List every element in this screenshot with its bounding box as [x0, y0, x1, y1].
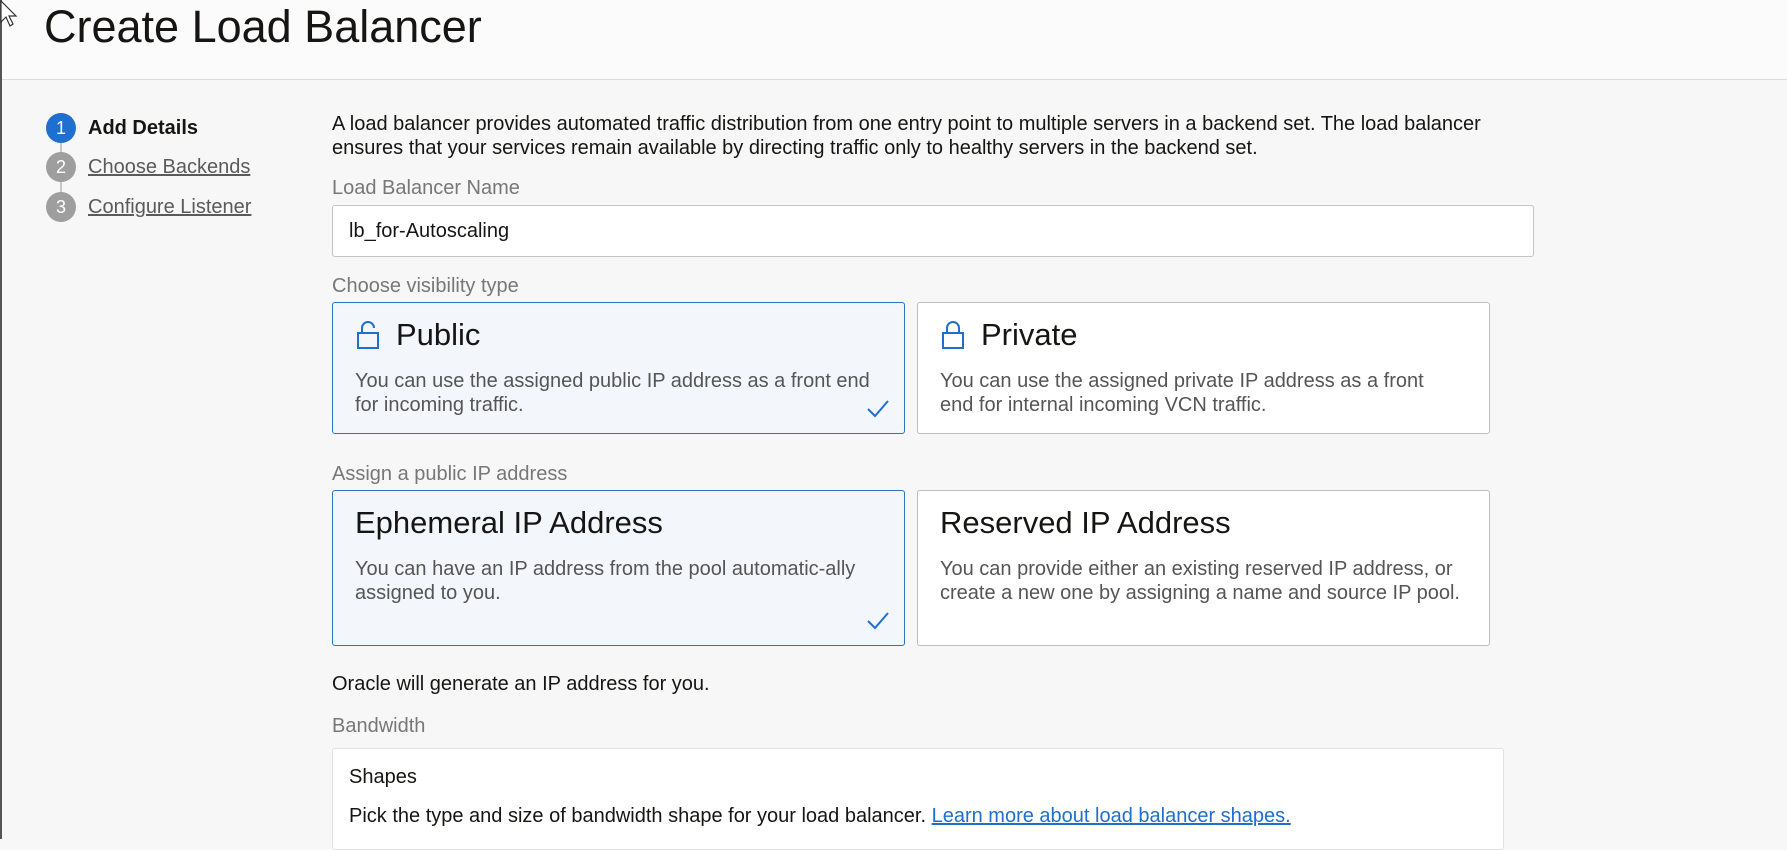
- public-ip-label: Assign a public IP address: [332, 463, 568, 485]
- shapes-panel: Shapes Pick the type and size of bandwid…: [332, 748, 1504, 850]
- card-description: You can provide either an existing reser…: [940, 558, 1460, 604]
- step-add-details[interactable]: 1 Add Details: [46, 113, 286, 143]
- ip-card-reserved[interactable]: Reserved IP Address You can provide eith…: [917, 490, 1490, 646]
- name-field-label: Load Balancer Name: [332, 177, 520, 199]
- card-title: Ephemeral IP Address: [355, 505, 663, 540]
- ip-generation-note: Oracle will generate an IP address for y…: [332, 673, 710, 695]
- card-description: You can have an IP address from the pool…: [355, 558, 856, 604]
- bandwidth-label: Bandwidth: [332, 715, 426, 737]
- card-title: Private: [981, 317, 1078, 352]
- shapes-description-text: Pick the type and size of bandwidth shap…: [349, 805, 927, 827]
- step-label: Add Details: [88, 117, 199, 139]
- card-description: You can use the assigned private IP addr…: [940, 370, 1424, 416]
- page-header: Create Load Balancer: [2, 0, 1787, 80]
- shapes-title: Shapes: [349, 766, 417, 788]
- step-number: 1: [46, 113, 76, 143]
- page-title: Create Load Balancer: [44, 1, 482, 52]
- step-choose-backends[interactable]: 2 Choose Backends: [46, 152, 286, 182]
- shapes-description: Pick the type and size of bandwidth shap…: [349, 805, 1291, 828]
- visibility-card-private[interactable]: Private You can use the assigned private…: [917, 302, 1490, 434]
- card-title: Public: [396, 317, 481, 352]
- ip-card-ephemeral[interactable]: Ephemeral IP Address You can have an IP …: [332, 490, 905, 646]
- visibility-card-public[interactable]: Public You can use the assigned public I…: [332, 302, 905, 434]
- step-number: 2: [46, 152, 76, 182]
- step-number: 3: [46, 192, 76, 222]
- card-title: Reserved IP Address: [940, 505, 1231, 540]
- step-label: Choose Backends: [88, 156, 251, 178]
- check-icon: [867, 612, 889, 630]
- step-label: Configure Listener: [88, 196, 252, 218]
- visibility-label: Choose visibility type: [332, 275, 519, 297]
- unlock-icon: [357, 321, 379, 349]
- intro-text: A load balancer provides automated traff…: [332, 113, 1481, 159]
- check-icon: [867, 400, 889, 418]
- card-description: You can use the assigned public IP addre…: [355, 370, 870, 416]
- learn-more-shapes-link[interactable]: Learn more about load balancer shapes.: [932, 805, 1291, 827]
- load-balancer-name-input[interactable]: [332, 205, 1534, 257]
- window-edge: [0, 0, 2, 839]
- step-configure-listener[interactable]: 3 Configure Listener: [46, 192, 286, 222]
- mouse-cursor-icon: [0, 0, 18, 27]
- lock-icon: [942, 321, 964, 349]
